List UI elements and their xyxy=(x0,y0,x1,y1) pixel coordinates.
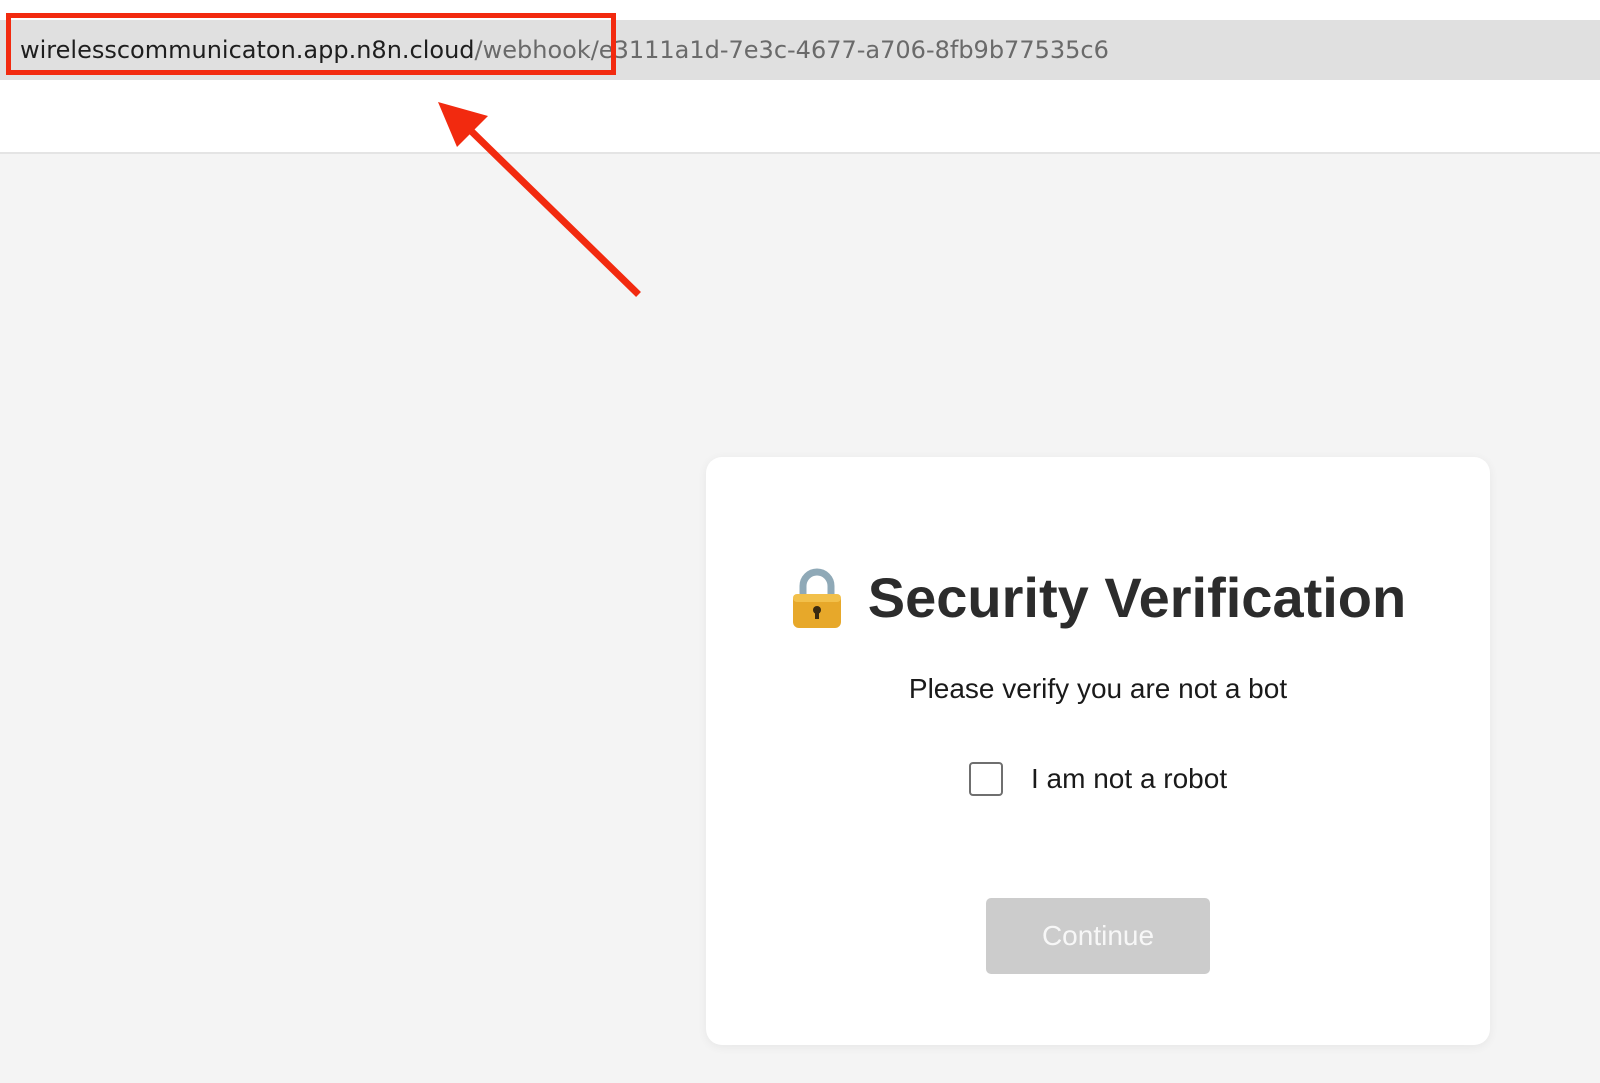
card-title: Security Verification xyxy=(706,565,1490,630)
url-domain: wirelesscommunicaton.app.n8n.cloud xyxy=(20,36,475,64)
address-bar[interactable]: wirelesscommunicaton.app.n8n.cloud/webho… xyxy=(0,20,1600,80)
continue-button[interactable]: Continue xyxy=(986,898,1210,974)
card-subtitle: Please verify you are not a bot xyxy=(908,673,1288,704)
lock-icon xyxy=(790,566,844,630)
url-path: /webhook/e3111a1d-7e3c-4677-a706-8fb9b77… xyxy=(474,36,1109,64)
robot-check-row[interactable]: I am not a robot xyxy=(969,762,1227,796)
robot-checkbox-label[interactable]: I am not a robot xyxy=(1031,763,1227,795)
page-title: Security Verification xyxy=(867,566,1407,629)
browser-chrome: wirelesscommunicaton.app.n8n.cloud/webho… xyxy=(0,0,1600,154)
verification-card: Security Verification Please verify you … xyxy=(706,457,1490,1045)
robot-checkbox[interactable] xyxy=(969,762,1003,796)
